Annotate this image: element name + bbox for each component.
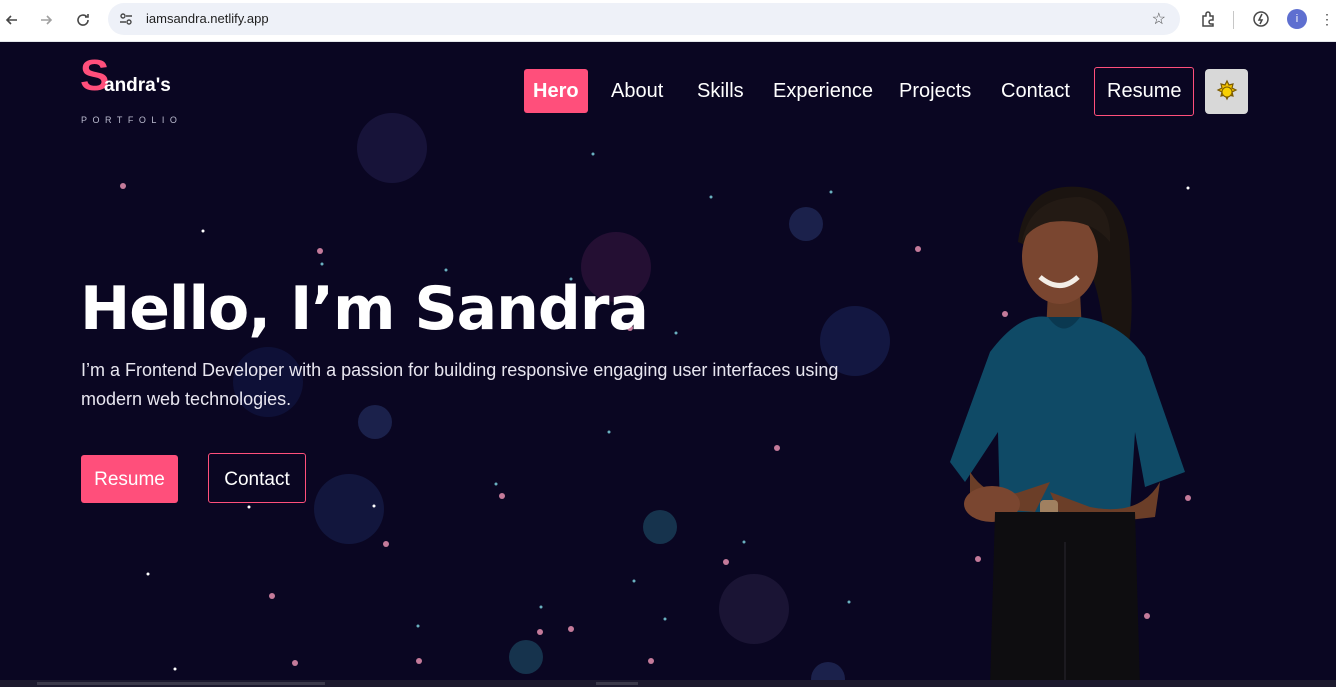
nav-item-about[interactable]: About (611, 69, 663, 113)
horizontal-scrollbar[interactable] (0, 680, 1336, 687)
hero-resume-button[interactable]: Resume (81, 455, 178, 503)
site-logo[interactable]: S andra's PORTFOLIO (80, 54, 177, 126)
browser-chrome: iamsandra.netlify.app ☆ i ⋮ (0, 0, 1336, 42)
scrollbar-thumb[interactable] (37, 682, 325, 685)
logo-subtitle: PORTFOLIO (81, 115, 183, 125)
hero-contact-button[interactable]: Contact (208, 453, 306, 503)
theme-toggle-button[interactable] (1205, 69, 1248, 114)
url-text[interactable]: iamsandra.netlify.app (146, 11, 269, 26)
back-icon[interactable] (0, 8, 24, 32)
nav-item-skills[interactable]: Skills (697, 69, 744, 113)
hero-title: Hello, I’m Sandra (80, 274, 649, 344)
address-bar[interactable]: iamsandra.netlify.app ☆ (108, 3, 1180, 35)
reload-icon[interactable] (71, 8, 95, 32)
hero-portrait-image (950, 186, 1185, 687)
toolbar-divider (1233, 11, 1234, 29)
profile-avatar[interactable]: i (1287, 9, 1307, 29)
extensions-icon[interactable] (1198, 9, 1218, 29)
nav-item-experience[interactable]: Experience (773, 69, 873, 113)
nav-item-projects[interactable]: Projects (899, 69, 971, 113)
hero-description: I’m a Frontend Developer with a passion … (81, 360, 839, 409)
bookmark-star-icon[interactable]: ☆ (1152, 9, 1166, 29)
browser-menu-icon[interactable]: ⋮ (1320, 9, 1334, 29)
nav-item-hero[interactable]: Hero (524, 69, 588, 113)
performance-icon[interactable] (1251, 9, 1271, 29)
sun-icon (1216, 79, 1237, 100)
scrollbar-thumb-secondary[interactable] (596, 682, 638, 685)
forward-icon[interactable] (34, 8, 58, 32)
nav-resume-button[interactable]: Resume (1094, 67, 1195, 116)
site-settings-icon[interactable] (118, 11, 134, 27)
logo-name: andra's (104, 75, 171, 96)
nav-item-contact[interactable]: Contact (1001, 69, 1070, 113)
portfolio-page: S andra's PORTFOLIO Hero About Skills Ex… (0, 42, 1336, 687)
